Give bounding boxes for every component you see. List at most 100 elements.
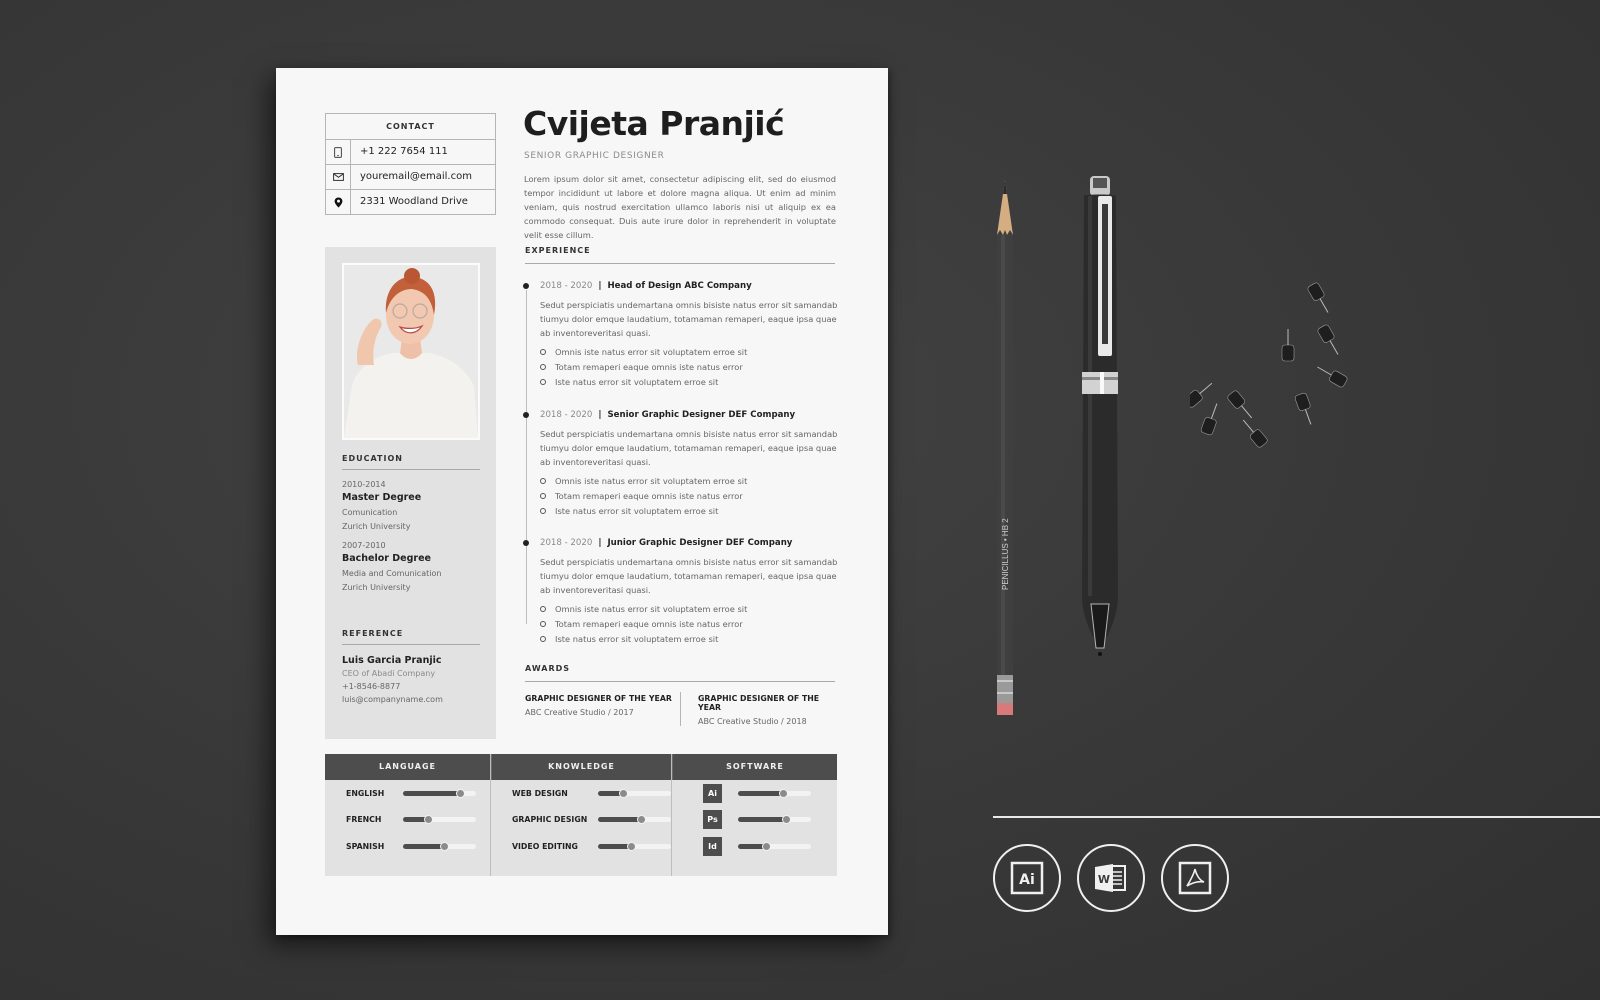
reference-role: CEO of Abadi Company	[342, 669, 436, 678]
contact-row-phone: +1 222 7654 111	[326, 140, 495, 165]
pen-image	[1082, 176, 1118, 656]
skill-label: GRAPHIC DESIGN	[512, 815, 588, 825]
experience-item: 2018 - 2020 | Senior Graphic Designer DE…	[523, 408, 843, 518]
education-years: 2007-2010	[342, 541, 386, 550]
pencil-label: PENICILLUS • HB 2	[1001, 518, 1010, 590]
language-column: LANGUAGE ENGLISH FRENCH SPANISH	[325, 754, 490, 876]
education-heading: EDUCATION	[342, 454, 480, 470]
skill-bar-fill	[738, 817, 787, 823]
left-sidebar: EDUCATION 2010-2014 Master Degree Comuni…	[325, 247, 496, 739]
award-title: GRAPHIC DESIGNER OF THE YEAR	[525, 694, 672, 703]
job-bullet-text: Iste natus error sit voluptatem erroe si…	[555, 505, 719, 516]
contact-row-email: youremail@email.com	[326, 165, 495, 190]
education-field: Media and Comunication	[342, 569, 442, 578]
job-bullet-text: Omnis iste natus error sit voluptatem er…	[555, 475, 748, 486]
skill-label: WEB DESIGN	[512, 788, 568, 798]
job-bullet-text: Omnis iste natus error sit voluptatem er…	[555, 346, 748, 357]
job-description: Sedut perspiciatis undemartana omnis bis…	[540, 300, 838, 338]
job-bullet-text: Totam remaperi eaque omnis iste natus er…	[555, 361, 743, 372]
job-title: Senior Graphic Designer DEF Company	[607, 410, 796, 420]
job-years: 2018 - 2020	[540, 410, 593, 420]
job-title: Head of Design ABC Company	[607, 281, 752, 291]
job-bullet: Omnis iste natus error sit voluptatem er…	[540, 473, 843, 488]
job-years: 2018 - 2020	[540, 281, 593, 291]
phone-icon	[326, 140, 351, 164]
education-field: Comunication	[342, 508, 398, 517]
skill-bar	[403, 788, 476, 798]
job-description: Sedut perspiciatis undemartana omnis bis…	[540, 557, 838, 595]
skill-bar	[598, 788, 671, 798]
education-degree: Bachelor Degree	[342, 553, 431, 564]
pdf-format-icon	[1161, 844, 1229, 912]
software-column: SOFTWARE Ai Ps Id	[671, 754, 837, 876]
job-bullet-text: Iste natus error sit voluptatem erroe si…	[555, 633, 719, 644]
job-title: Junior Graphic Designer DEF Company	[607, 538, 793, 548]
skill-row: FRENCH	[325, 807, 490, 834]
skill-row: Ps	[672, 807, 837, 834]
skill-row: VIDEO EDITING	[491, 833, 671, 860]
skill-row: SPANISH	[325, 833, 490, 860]
skill-bar	[738, 841, 811, 851]
job-separator: |	[598, 281, 602, 291]
reference-heading: REFERENCE	[342, 629, 480, 645]
timeline-dot	[523, 412, 529, 418]
job-bullet-text: Iste natus error sit voluptatem erroe si…	[555, 376, 719, 387]
skill-label: ENGLISH	[346, 788, 385, 798]
job-bullet-text: Omnis iste natus error sit voluptatem er…	[555, 603, 748, 614]
award-title: GRAPHIC DESIGNER OF THE YEAR	[698, 694, 820, 712]
contact-email: youremail@email.com	[360, 171, 472, 182]
skill-bar-fill	[403, 843, 445, 849]
job-bullet-text: Totam remaperi eaque omnis iste natus er…	[555, 618, 743, 629]
reference-section: REFERENCE Luis Garcia Pranjic CEO of Aba…	[342, 629, 480, 708]
illustrator-icon: Ai	[703, 783, 722, 803]
education-school: Zurich University	[342, 522, 411, 531]
contact-address: 2331 Woodland Drive	[360, 196, 468, 207]
profile-photo	[342, 263, 480, 440]
mail-icon	[326, 165, 351, 189]
education-years: 2010-2014	[342, 480, 386, 489]
skill-bar-knob	[439, 841, 449, 851]
skill-bar-knob	[636, 815, 646, 825]
skill-row: Id	[672, 833, 837, 860]
experience-heading: EXPERIENCE	[525, 246, 835, 264]
intro-paragraph: Lorem ipsum dolor sit amet, consectetur …	[524, 174, 836, 240]
skill-bar-fill	[598, 817, 642, 823]
skill-label: FRENCH	[346, 815, 382, 825]
bullet-circle-icon	[540, 348, 546, 355]
knowledge-column: KNOWLEDGE WEB DESIGN GRAPHIC DESIGN VIDE…	[490, 754, 671, 876]
bullet-circle-icon	[540, 363, 546, 370]
resume-page: CONTACT +1 222 7654 111 youremail@email.…	[276, 68, 888, 935]
skill-bar	[598, 815, 671, 825]
bullet-circle-icon	[540, 507, 546, 514]
experience-item: 2018 - 2020 | Junior Graphic Designer DE…	[523, 536, 843, 646]
skill-bar-fill	[738, 790, 784, 796]
education-school: Zurich University	[342, 583, 411, 592]
location-pin-icon	[326, 190, 351, 215]
job-bullet-text: Totam remaperi eaque omnis iste natus er…	[555, 490, 743, 501]
bullet-circle-icon	[540, 492, 546, 499]
skill-bar	[738, 815, 811, 825]
contact-box: CONTACT +1 222 7654 111 youremail@email.…	[325, 113, 496, 215]
divider-line	[993, 816, 1600, 818]
skill-bar-knob	[619, 788, 629, 798]
bullet-circle-icon	[540, 378, 546, 385]
job-description: Sedut perspiciatis undemartana omnis bis…	[540, 429, 838, 467]
awards-list: GRAPHIC DESIGNER OF THE YEAR ABC Creativ…	[525, 692, 835, 726]
timeline-dot	[523, 540, 529, 546]
file-format-icons: Ai W	[993, 844, 1229, 912]
job-bullets: Omnis iste natus error sit voluptatem er…	[540, 473, 843, 518]
candidate-name: Cvijeta Pranjić	[523, 104, 785, 143]
skill-row: WEB DESIGN	[491, 780, 671, 807]
awards-heading: AWARDS	[525, 664, 835, 682]
award-subtitle: ABC Creative Studio / 2017	[525, 708, 634, 717]
timeline-dot	[523, 283, 529, 289]
job-separator: |	[598, 538, 602, 548]
software-heading: SOFTWARE	[672, 754, 837, 780]
indesign-icon: Id	[703, 836, 722, 856]
skills-table: LANGUAGE ENGLISH FRENCH SPANISH KNOWLEDG…	[325, 754, 837, 876]
education-item: 2010-2014 Master Degree Comunication Zur…	[342, 480, 480, 531]
skill-label: VIDEO EDITING	[512, 841, 578, 851]
experience-item: 2018 - 2020 | Head of Design ABC Company…	[523, 279, 843, 389]
job-bullet: Totam remaperi eaque omnis iste natus er…	[540, 488, 843, 503]
bullet-circle-icon	[540, 620, 546, 627]
